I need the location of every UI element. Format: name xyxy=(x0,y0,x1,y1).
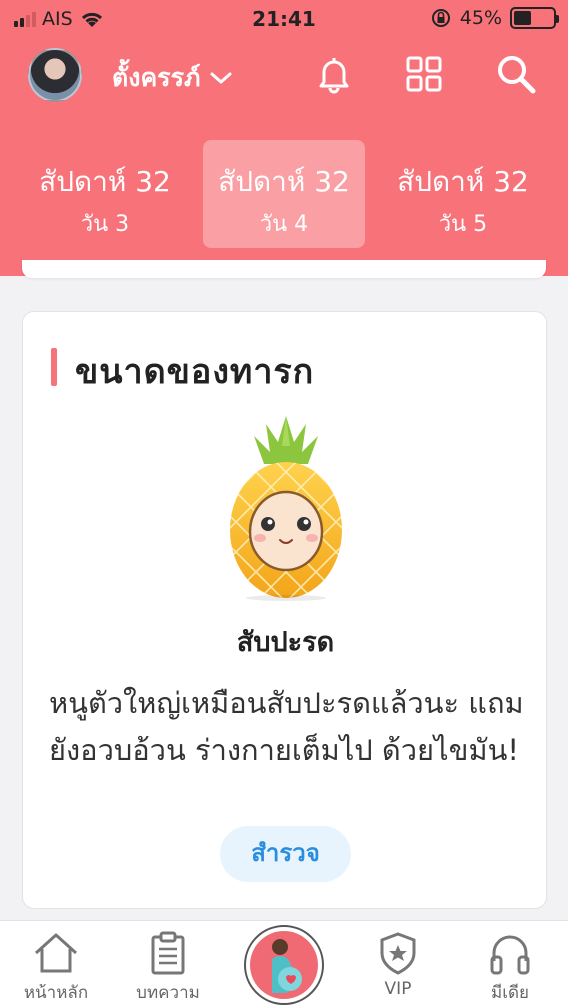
week-label: สัปดาห์ 32 xyxy=(39,165,171,198)
bottom-tab-bar: หน้าหลัก บทความ VIP มีเดีย xyxy=(0,920,568,1008)
section-accent-bar xyxy=(51,348,57,386)
tab-media[interactable]: มีเดีย xyxy=(460,931,560,1006)
username-label: ตั้งครรภ์ xyxy=(112,63,201,92)
rotation-lock-icon xyxy=(431,9,450,27)
avatar[interactable] xyxy=(28,48,82,102)
day-tab-prev[interactable]: สัปดาห์ 32 วัน 3 xyxy=(24,140,186,248)
pineapple-illustration xyxy=(230,416,342,601)
day-tab-next[interactable]: สัปดาห์ 32 วัน 5 xyxy=(382,140,544,248)
week-label: สัปดาห์ 32 xyxy=(397,165,529,198)
profile-switcher[interactable]: ตั้งครรภ์ xyxy=(112,58,233,98)
week-label: สัปดาห์ 32 xyxy=(218,165,350,198)
tab-vip[interactable]: VIP xyxy=(348,931,448,999)
size-description: หนูตัวใหญ่เหมือนสับปะรดแล้วนะ แถมยังอวบอ… xyxy=(49,686,524,767)
pregnancy-center-button[interactable] xyxy=(244,925,324,1005)
bell-icon[interactable] xyxy=(312,52,356,96)
day-tab-current[interactable]: สัปดาห์ 32 วัน 4 xyxy=(203,140,365,248)
card-title: ขนาดของทารก xyxy=(75,352,315,392)
tab-home[interactable]: หน้าหลัก xyxy=(6,931,106,1006)
week-day-selector: สัปดาห์ 32 วัน 3 สัปดาห์ 32 วัน 4 สัปดาห… xyxy=(0,140,568,248)
previous-card-edge xyxy=(22,260,546,278)
home-icon xyxy=(34,933,78,973)
clipboard-icon xyxy=(151,931,185,975)
vip-shield-icon xyxy=(380,932,416,975)
tab-label: หน้าหลัก xyxy=(23,983,89,1003)
tab-label: มีเดีย xyxy=(490,983,530,1003)
battery-percent: 45% xyxy=(459,7,502,29)
day-label: วัน 4 xyxy=(259,212,309,237)
tab-label: VIP xyxy=(384,979,412,999)
baby-size-card: ขนาดของทารก สับปะรด หนูตัวใหญ่เหมือนสับป… xyxy=(22,311,547,909)
top-nav: ตั้งครรภ์ xyxy=(0,44,568,106)
headphones-icon xyxy=(490,935,530,975)
tab-article[interactable]: บทความ xyxy=(118,931,218,1006)
pregnant-woman-icon xyxy=(272,939,302,993)
fruit-name: สับปะรด xyxy=(236,627,335,658)
tab-label: บทความ xyxy=(136,983,200,1003)
search-icon[interactable] xyxy=(494,52,538,96)
day-label: วัน 5 xyxy=(438,212,488,237)
day-label: วัน 3 xyxy=(80,212,130,237)
battery-icon xyxy=(510,7,559,29)
status-bar: AIS 21:41 45% xyxy=(0,0,568,38)
grid-menu-icon[interactable] xyxy=(402,52,446,96)
explore-button[interactable]: สำรวจ xyxy=(220,826,351,882)
chevron-down-icon xyxy=(210,72,232,84)
app-header: AIS 21:41 45% ตั้งครรภ์ สัปดาห์ 32 วัน 3… xyxy=(0,0,568,276)
